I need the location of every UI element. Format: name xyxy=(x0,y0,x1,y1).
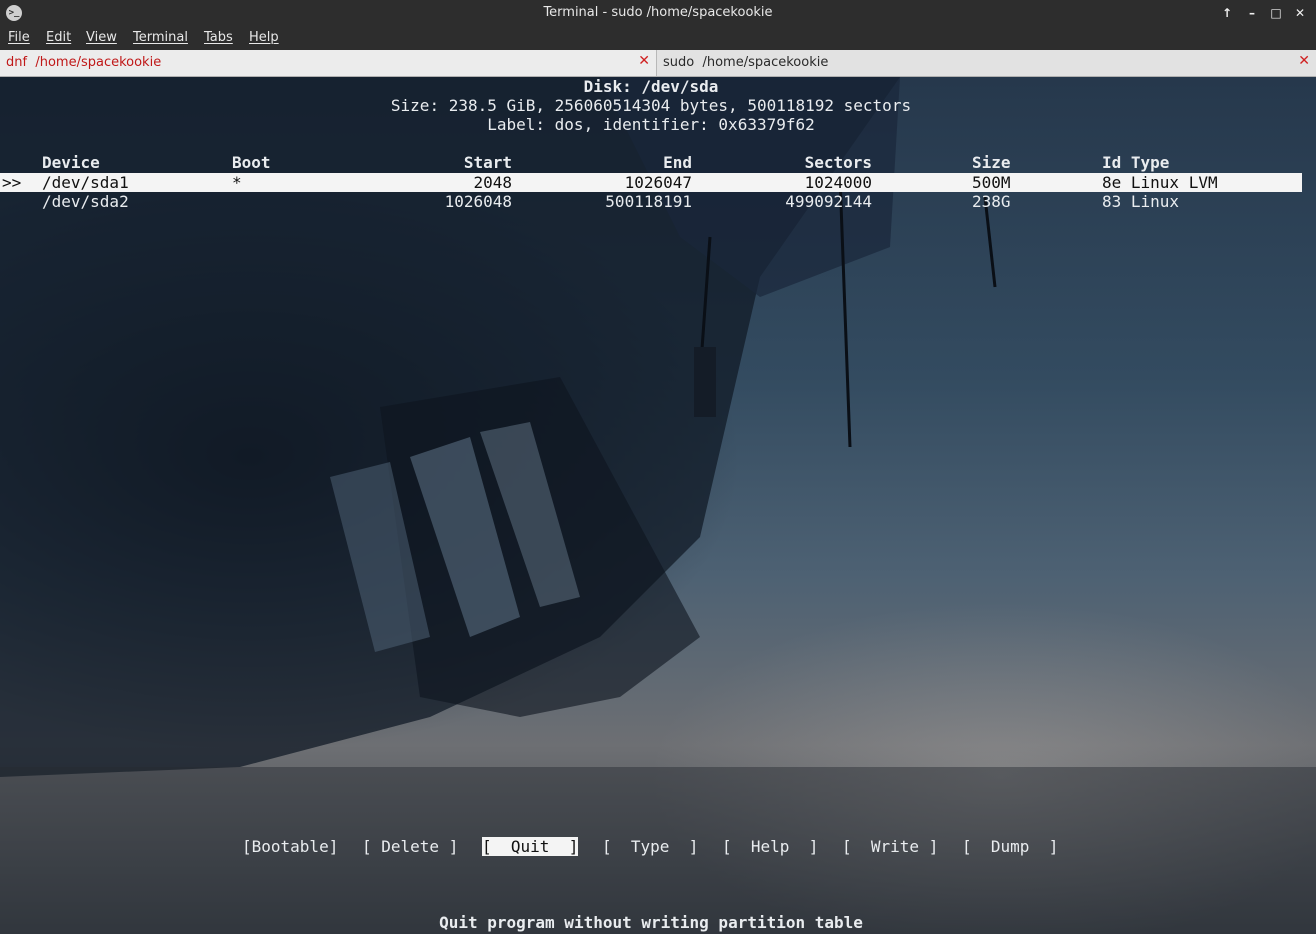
partition-start: 1026048 xyxy=(444,192,512,211)
help-button[interactable]: [ Help ] xyxy=(722,837,818,856)
tab-label: sudo /home/spacekookie xyxy=(663,55,829,70)
menu-help[interactable]: Help xyxy=(249,30,279,45)
column-header-boot: Boot xyxy=(232,153,271,172)
partition-sectors: 499092144 xyxy=(785,192,872,211)
menu-edit[interactable]: Edit xyxy=(46,30,71,45)
partition-boot-flag: * xyxy=(232,173,242,192)
partition-id-type: 8e Linux LVM xyxy=(1102,173,1218,192)
menu-terminal[interactable]: Terminal xyxy=(133,30,188,45)
partition-end: 500118191 xyxy=(605,192,692,211)
action-hint: Quit program without writing partition t… xyxy=(439,913,863,932)
selection-marker: >> xyxy=(2,173,22,192)
column-header-start: Start xyxy=(463,153,512,172)
partition-size: 500M xyxy=(972,173,1011,192)
tab-label: dnf /home/spacekookie xyxy=(6,55,162,70)
disk-title: Disk: /dev/sda xyxy=(583,77,719,96)
disk-size-info: Size: 238.5 GiB, 256060514304 bytes, 500… xyxy=(390,96,912,115)
partition-device: /dev/sda1 xyxy=(42,173,129,192)
terminal-view[interactable]: Disk: /dev/sda Size: 238.5 GiB, 25606051… xyxy=(0,77,1316,934)
maximize-icon[interactable]: □ xyxy=(1267,4,1285,22)
partition-row[interactable]: >> /dev/sda1 * 2048 1026047 1024000 500M… xyxy=(0,173,1302,192)
tab-bar: dnf /home/spacekookie ✕ sudo /home/space… xyxy=(0,50,1316,77)
partition-end: 1026047 xyxy=(624,173,692,192)
column-header-sectors: Sectors xyxy=(804,153,872,172)
window-title: Terminal - sudo /home/spacekookie xyxy=(543,5,773,20)
type-button[interactable]: [ Type ] xyxy=(602,837,698,856)
close-tab-icon[interactable]: ✕ xyxy=(638,53,650,69)
menu-tabs[interactable]: Tabs xyxy=(204,30,233,45)
partition-size: 238G xyxy=(972,192,1011,211)
partition-start: 2048 xyxy=(473,173,512,192)
tab-dnf[interactable]: dnf /home/spacekookie ✕ xyxy=(0,50,657,76)
menu-view[interactable]: View xyxy=(86,30,117,45)
partition-device: /dev/sda2 xyxy=(42,192,129,211)
partition-sectors: 1024000 xyxy=(804,173,872,192)
partition-row[interactable]: /dev/sda2 1026048 500118191 499092144 23… xyxy=(0,192,1302,211)
bootable-button[interactable]: [Bootable] xyxy=(242,837,338,856)
close-tab-icon[interactable]: ✕ xyxy=(1298,53,1310,69)
quit-button[interactable]: [ Quit ] xyxy=(482,837,579,856)
menu-bar: File Edit View Terminal Tabs Help xyxy=(0,26,1316,50)
column-header-device: Device xyxy=(42,153,100,172)
arrow-up-icon[interactable]: ↑ xyxy=(1218,4,1236,22)
write-button[interactable]: [ Write ] xyxy=(842,837,938,856)
partition-id-type: 83 Linux xyxy=(1102,192,1180,211)
column-header-end: End xyxy=(663,153,692,172)
column-header-id-type: Id Type xyxy=(1102,153,1170,172)
window-titlebar[interactable]: >_ Terminal - sudo /home/spacekookie ↑ –… xyxy=(0,0,1316,26)
dump-button[interactable]: [ Dump ] xyxy=(962,837,1058,856)
disk-label-info: Label: dos, identifier: 0x63379f62 xyxy=(487,115,815,134)
menu-file[interactable]: File xyxy=(8,30,30,45)
minimize-icon[interactable]: – xyxy=(1243,4,1261,22)
tab-sudo[interactable]: sudo /home/spacekookie ✕ xyxy=(657,50,1316,76)
close-icon[interactable]: ✕ xyxy=(1291,4,1309,22)
column-header-size: Size xyxy=(972,153,1011,172)
delete-button[interactable]: [ Delete ] xyxy=(362,837,458,856)
